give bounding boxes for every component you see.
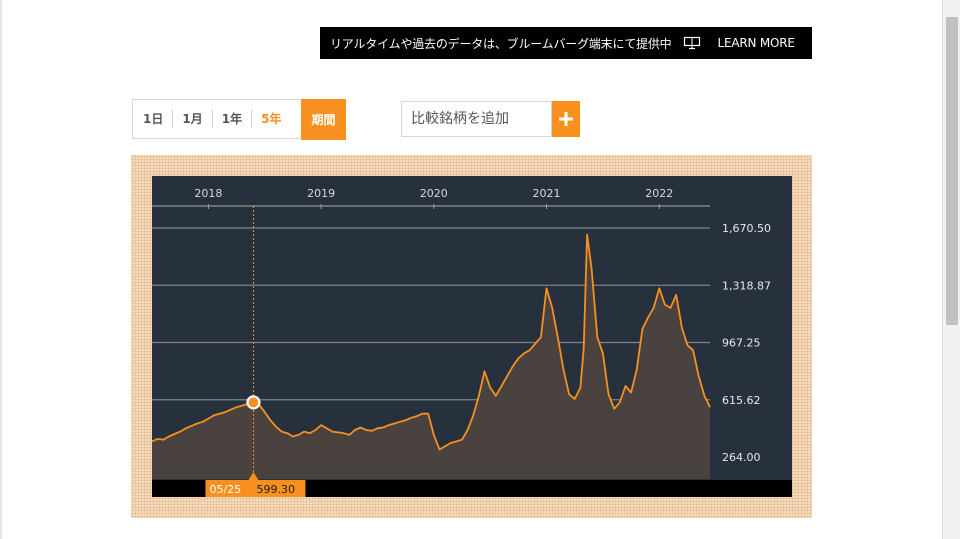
tooltip-value: 599.30 <box>256 483 295 496</box>
compare-symbol-input[interactable] <box>402 102 551 136</box>
learn-more-link[interactable]: LEARN MORE <box>717 36 795 50</box>
x-tick-label: 2019 <box>307 187 335 200</box>
y-tick-label: 1,318.87 <box>722 279 771 292</box>
scrollbar-thumb[interactable] <box>946 17 958 325</box>
range-5-year[interactable]: 5年 <box>252 110 290 128</box>
vertical-scrollbar[interactable] <box>942 0 960 539</box>
x-tick-label: 2022 <box>645 187 673 200</box>
range-1-year[interactable]: 1年 <box>213 110 253 128</box>
hover-marker[interactable] <box>246 395 261 410</box>
y-tick-label: 1,670.50 <box>722 222 771 235</box>
y-tick-label: 967.25 <box>722 337 761 350</box>
y-tick-label: 615.62 <box>722 394 761 407</box>
price-chart[interactable]: 2018 2019 2020 2021 2022 1,670.50 1,318.87 967… <box>152 176 792 497</box>
add-compare-button[interactable] <box>552 101 580 137</box>
compare-symbol-field[interactable] <box>401 101 552 137</box>
range-1-month[interactable]: 1月 <box>173 110 213 128</box>
custom-period-button[interactable]: 期間 <box>301 99 346 140</box>
banner-text: リアルタイムや過去のデータは、ブルームバーグ端末にて提供中 <box>330 36 672 51</box>
range-1-day[interactable]: 1日 <box>133 110 174 128</box>
monitor-icon <box>683 36 701 50</box>
bloomberg-terminal-banner[interactable]: リアルタイムや過去のデータは、ブルームバーグ端末にて提供中 LEARN MORE <box>320 27 812 59</box>
x-tick-label: 2018 <box>194 187 222 200</box>
tooltip-date: 05/25 <box>209 483 241 496</box>
plus-icon <box>559 112 573 126</box>
y-tick-label: 264.00 <box>722 451 761 464</box>
x-tick-label: 2021 <box>533 187 561 200</box>
page-left-border <box>0 0 2 539</box>
x-tick-label: 2020 <box>420 187 448 200</box>
